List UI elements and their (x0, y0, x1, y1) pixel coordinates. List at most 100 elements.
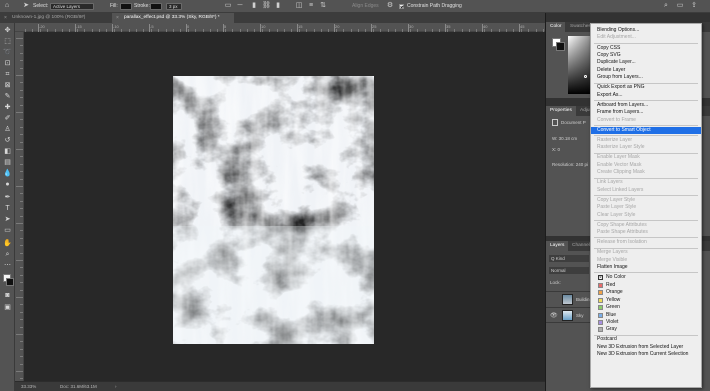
background-color-swatch[interactable] (556, 42, 565, 51)
menu-item-new-3d-extrusion-from-selected-layer[interactable]: New 3D Extrusion from Selected Layer (591, 344, 701, 351)
menu-item-gray[interactable]: Gray (591, 326, 701, 333)
status-arrow-icon[interactable]: › (115, 382, 117, 391)
tools-panel: ✥ ⬚ ➰ ⊡ ⌗ ⊠ ✎ ✚ ✐ ♙ ↺ ◧ ▤ 💧 ● ✒ T ➤ ▭ ✋ … (0, 23, 15, 391)
path-selection-tool-icon[interactable]: ➤ (3, 215, 12, 224)
select-dropdown[interactable]: Active Layers (50, 3, 94, 10)
rectangle-tool-icon[interactable]: ▭ (3, 226, 12, 235)
path-ops-icon[interactable]: ▭ (224, 2, 232, 10)
menu-item-red[interactable]: Red (591, 282, 701, 289)
menu-item-label: Rasterize Layer Style (597, 144, 645, 151)
tab-color[interactable]: Color (546, 22, 566, 32)
menu-item-blending-options[interactable]: Blending Options... (591, 27, 701, 34)
frame-tool-icon[interactable]: ⊠ (3, 81, 12, 90)
ruler-tick (20, 104, 23, 106)
menu-item-label: Link Layers (597, 179, 623, 186)
menu-item-violet[interactable]: Violet (591, 319, 701, 326)
tab-layers[interactable]: Layers (546, 241, 569, 251)
blur-tool-icon[interactable]: 💧 (3, 169, 12, 178)
layer-name[interactable]: Buildin (576, 297, 590, 302)
tab-unknown-jpg[interactable]: × Unknown-1.jpg @ 100% (RGB/8#) (0, 13, 112, 23)
document-canvas[interactable] (173, 76, 374, 344)
gradient-tool-icon[interactable]: ▤ (3, 158, 12, 167)
blend-mode-dropdown[interactable]: Normal (549, 267, 589, 274)
menu-item-frame-from-layers[interactable]: Frame from Layers... (591, 109, 701, 116)
pen-tool-icon[interactable]: ✒ (3, 193, 12, 202)
quick-mask-icon[interactable]: ◙ (3, 291, 12, 300)
label-color-swatch (598, 327, 603, 333)
path-arrangement-icon[interactable]: ⇅ (319, 2, 327, 10)
healing-brush-tool-icon[interactable]: ✚ (3, 103, 12, 112)
screen-mode-icon[interactable]: ▣ (3, 303, 12, 312)
constrain-path-checkbox[interactable] (399, 4, 404, 9)
h-field-icon[interactable]: ▮ (274, 2, 282, 10)
tab-label: parallax_effect.psd @ 33.3% (Sky, RGB/8*… (124, 15, 220, 20)
menu-item-yellow[interactable]: Yellow (591, 297, 701, 304)
menu-item-label: Release from Isolation (597, 239, 647, 246)
stroke-swatch[interactable] (150, 3, 162, 10)
layer-kind-filter[interactable]: Q Kind (549, 255, 589, 262)
stroke-label: Stroke: (134, 3, 150, 9)
menu-item-no-color[interactable]: × No Color (591, 274, 701, 281)
settings-gear-icon[interactable]: ⚙ (386, 2, 394, 10)
menu-item-label: New 3D Extrusion from Current Selection (597, 351, 689, 358)
menu-item-label: Gray (606, 326, 617, 333)
hand-tool-icon[interactable]: ✋ (3, 239, 12, 248)
menu-item-postcard[interactable]: Postcard (591, 336, 701, 343)
w-field-icon[interactable]: ▮ (250, 2, 258, 10)
eye-icon[interactable]: 👁 (550, 312, 558, 319)
home-icon[interactable]: ⌂ (3, 2, 11, 10)
close-icon[interactable]: × (4, 13, 7, 23)
tab-parallax-psd[interactable]: × parallax_effect.psd @ 33.3% (Sky, RGB/… (112, 13, 234, 23)
menu-item-green[interactable]: Green (591, 304, 701, 311)
move-tool-icon[interactable]: ✥ (3, 26, 12, 35)
menu-item-clear-layer-style: Clear Layer Style (591, 212, 701, 219)
layer-row[interactable]: 👁 Sky (546, 307, 591, 323)
menu-item-orange[interactable]: Orange (591, 289, 701, 296)
menu-item-convert-to-smart-object[interactable]: Convert to Smart Object (591, 126, 701, 134)
layer-name[interactable]: Sky (576, 313, 584, 318)
tab-properties[interactable]: Properties (546, 106, 576, 116)
menu-item-label: Quick Export as PNG (597, 84, 645, 91)
link-icon[interactable]: ⛓ (262, 2, 271, 10)
fill-swatch[interactable] (120, 3, 132, 10)
menu-item-duplicate-layer[interactable]: Duplicate Layer... (591, 59, 701, 66)
more-tools-icon[interactable]: ⋯ (3, 261, 12, 270)
share-icon[interactable]: ⇪ (690, 2, 698, 10)
ruler-tick (20, 304, 23, 306)
menu-item-quick-export-as-png[interactable]: Quick Export as PNG (591, 84, 701, 91)
background-color-swatch[interactable] (6, 278, 14, 286)
clone-stamp-tool-icon[interactable]: ♙ (3, 125, 12, 134)
canvas-area[interactable] (24, 32, 545, 381)
menu-item-group-from-layers[interactable]: Group from Layers... (591, 74, 701, 81)
history-brush-tool-icon[interactable]: ↺ (3, 136, 12, 145)
layer-row[interactable]: Buildin (546, 291, 591, 307)
workspace-icon[interactable]: ▭ (676, 2, 684, 10)
type-tool-icon[interactable]: T (3, 204, 12, 213)
brush-tool-icon[interactable]: ✐ (3, 114, 12, 123)
zoom-level[interactable]: 33.33% (21, 382, 36, 391)
menu-item-export-as[interactable]: Export As... (591, 92, 701, 99)
path-select-tool-icon[interactable]: ➤ (22, 2, 30, 10)
stroke-width-field[interactable]: 3 px (166, 3, 182, 10)
menu-item-new-3d-extrusion-from-current-selection[interactable]: New 3D Extrusion from Current Selection (591, 351, 701, 358)
crop-tool-icon[interactable]: ⌗ (3, 70, 12, 79)
color-picker-cursor[interactable] (584, 75, 587, 78)
object-select-tool-icon[interactable]: ⊡ (3, 59, 12, 68)
lasso-tool-icon[interactable]: ➰ (3, 48, 12, 57)
path-operations-icon[interactable]: ◫ (295, 2, 303, 10)
eyedropper-tool-icon[interactable]: ✎ (3, 92, 12, 101)
zoom-tool-icon[interactable]: ⌕ (3, 250, 12, 259)
dodge-tool-icon[interactable]: ● (3, 180, 12, 189)
path-alignment-icon[interactable]: ≡ (307, 2, 315, 10)
menu-item-copy-css[interactable]: Copy CSS (591, 45, 701, 52)
menu-item-delete-layer[interactable]: Delete Layer (591, 67, 701, 74)
menu-item-blue[interactable]: Blue (591, 312, 701, 319)
close-icon[interactable]: × (116, 13, 119, 23)
menu-item-copy-svg[interactable]: Copy SVG (591, 52, 701, 59)
search-icon[interactable]: ⌕ (662, 2, 670, 10)
stroke-type-icon[interactable]: ─ (236, 2, 244, 10)
menu-item-artboard-from-layers[interactable]: Artboard from Layers... (591, 102, 701, 109)
marquee-tool-icon[interactable]: ⬚ (3, 37, 12, 46)
eraser-tool-icon[interactable]: ◧ (3, 147, 12, 156)
menu-item-flatten-image[interactable]: Flatten Image (591, 264, 701, 271)
